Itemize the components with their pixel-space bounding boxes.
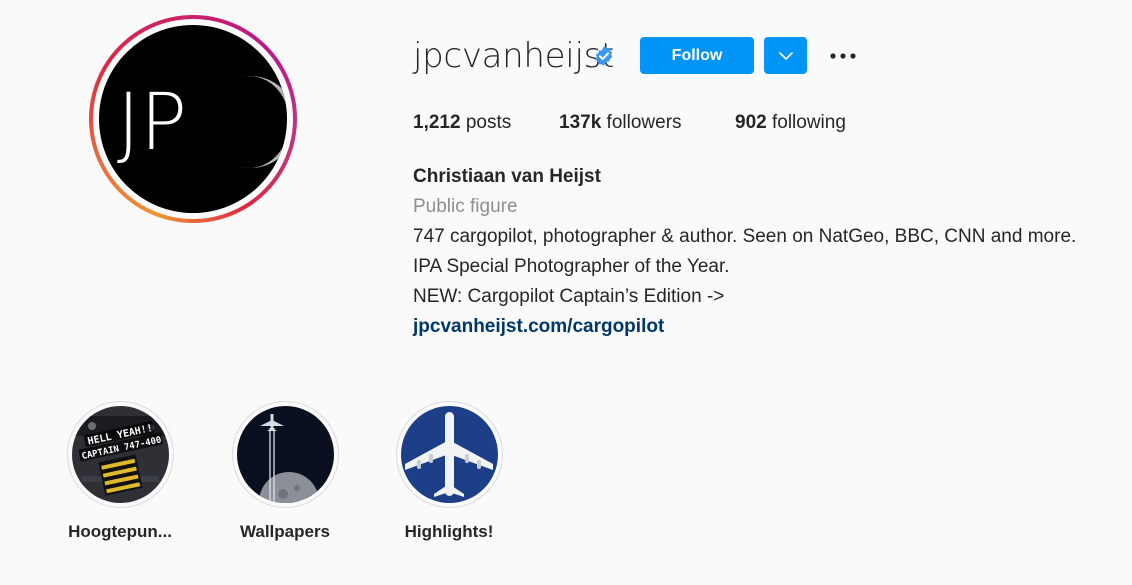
posts-count: 1,212: [413, 112, 461, 133]
followers-label: followers: [601, 112, 682, 133]
more-options-button[interactable]: [826, 42, 860, 70]
category-label: Public figure: [413, 196, 518, 217]
avatar[interactable]: JP: [99, 25, 287, 213]
highlight-label: Hoogtepun...: [68, 522, 172, 541]
posts-label: posts: [460, 112, 512, 133]
highlight-cover-image: [236, 406, 334, 503]
profile-bio: Christiaan van Heijst Public figure 747 …: [413, 162, 1076, 342]
story-ring[interactable]: JP: [89, 15, 297, 223]
following-stat[interactable]: 902 following: [735, 112, 846, 134]
follow-button[interactable]: Follow: [640, 37, 754, 74]
profile-stats: 1,212 posts 137k followers 902 following: [413, 112, 846, 134]
suggested-dropdown-button[interactable]: [764, 37, 807, 74]
avatar-text: JP: [117, 78, 187, 168]
username: jpcvanheijst: [413, 36, 615, 76]
highlight-cover-image: HELL YEAH!! CAPTAIN 747-400: [71, 406, 169, 503]
highlight-item-wallpapers[interactable]: Wallpapers: [220, 401, 350, 542]
profile-page: JP jpcvanheijst Follow 1,212 posts 137k …: [0, 0, 1132, 585]
posts-stat: 1,212 posts: [413, 112, 559, 134]
full-name: Christiaan van Heijst: [413, 166, 601, 187]
highlight-cover-ring: HELL YEAH!! CAPTAIN 747-400: [66, 401, 174, 508]
bio-line-3: NEW: Cargopilot Captain’s Edition ->: [413, 286, 725, 307]
highlight-cover-ring: [231, 401, 339, 508]
highlight-label: Wallpapers: [239, 522, 331, 541]
following-count: 902: [735, 112, 767, 133]
highlight-label: Highlights!: [404, 522, 494, 541]
bio-line-2: IPA Special Photographer of the Year.: [413, 256, 730, 277]
highlight-cover-ring: [395, 401, 503, 508]
following-label: following: [766, 112, 846, 133]
followers-count: 137k: [559, 112, 602, 133]
moon-crescent: [241, 76, 287, 168]
followers-stat[interactable]: 137k followers: [559, 112, 735, 134]
highlight-item-highlights[interactable]: Highlights!: [384, 401, 514, 542]
chevron-down-icon: [778, 51, 793, 60]
more-options-icon: [830, 53, 856, 59]
bio-website-link[interactable]: jpcvanheijst.com/cargopilot: [413, 312, 1076, 342]
highlight-cover-image: [400, 406, 498, 503]
highlight-item-hoogtepunten[interactable]: HELL YEAH!! CAPTAIN 747-400 Hoogtepun...: [55, 401, 185, 542]
verified-badge-icon: [595, 46, 613, 66]
bio-line-1: 747 cargopilot, photographer & author. S…: [413, 226, 1077, 247]
avatar-logo-icon: JP: [117, 76, 287, 168]
